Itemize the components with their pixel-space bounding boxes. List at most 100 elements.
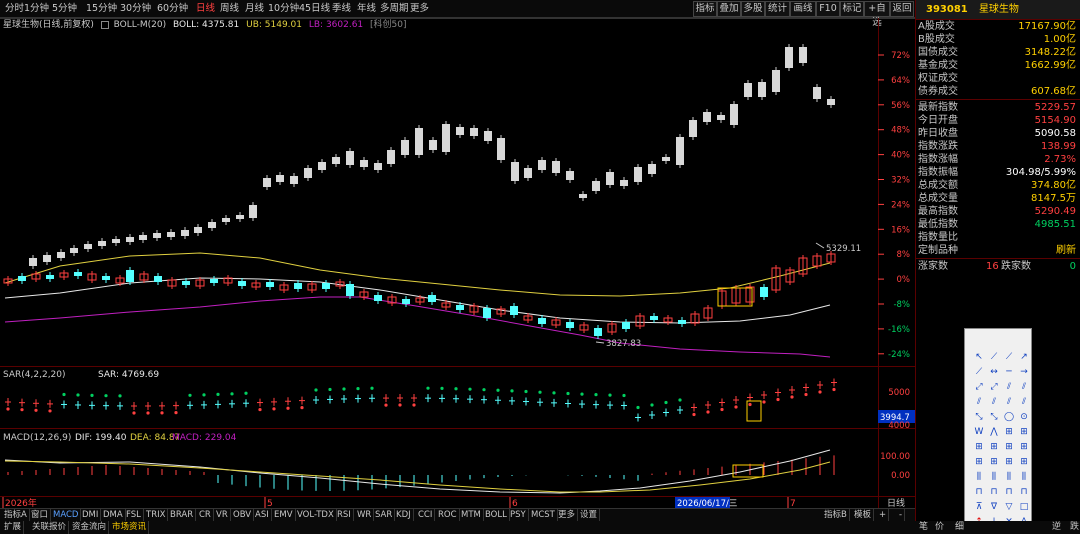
wave-icon[interactable]: W xyxy=(971,424,987,440)
speed-icon[interactable]: ⫽ xyxy=(1016,394,1032,410)
segment-icon[interactable]: ⟋ xyxy=(1001,349,1017,365)
ray-icon[interactable]: ⟋ xyxy=(971,364,987,380)
indicator-tab-8[interactable]: CR xyxy=(197,509,214,521)
indicator-tab-23[interactable]: MCST xyxy=(529,509,558,521)
indicator-tab-21[interactable]: BOLL xyxy=(483,509,510,521)
rectangle-icon[interactable]: □ xyxy=(1016,499,1032,515)
indicator-tab-1[interactable]: 窗口 xyxy=(29,509,52,521)
panel-bottom-tab-1[interactable]: 价 xyxy=(935,521,944,534)
panel-bottom-tab-3[interactable]: 逆 xyxy=(1052,521,1061,534)
grid-icon[interactable]: ⊞ xyxy=(1016,424,1032,440)
price-candle xyxy=(153,233,161,238)
horizontal-line-icon[interactable]: ↔ xyxy=(986,364,1002,380)
panel-bottom-tab-0[interactable]: 笔 xyxy=(919,521,928,534)
indicator-tab-20[interactable]: MTM xyxy=(459,509,484,521)
indicator-tab-5[interactable]: FSL xyxy=(124,509,144,521)
indicator-tab-2[interactable]: MACD xyxy=(51,509,82,521)
grid-icon[interactable]: ⊞ xyxy=(1016,439,1032,455)
down-triangle-icon[interactable]: ∇ xyxy=(986,499,1002,515)
chart-area[interactable]: 72% 64% 56% 48% 40% 32% 24% 16% 8% 0% -8% -16% -24% 5… xyxy=(0,0,915,521)
bottom-tab-0[interactable]: 扩展 xyxy=(2,521,25,534)
indicator-tab-14[interactable]: RSI xyxy=(335,509,354,521)
trend-icon[interactable]: ⫽ xyxy=(1001,394,1017,410)
indicator-right-0[interactable]: 指标B xyxy=(822,509,850,521)
bottom-tab-1[interactable]: 关联报价 xyxy=(30,521,70,534)
period-icon[interactable]: ⊓ xyxy=(1016,484,1032,500)
indicator-tab-19[interactable]: ROC xyxy=(436,509,460,521)
index-candle-down xyxy=(18,276,26,281)
bottom-tab-3[interactable]: 市场资讯 xyxy=(110,521,150,534)
fib-icon[interactable]: ⤡ xyxy=(971,409,987,425)
panel-bottom-tab-4[interactable]: 跌 xyxy=(1070,521,1079,534)
price-candle xyxy=(799,47,807,63)
h-ray-icon[interactable]: → xyxy=(1016,364,1032,380)
indicator-tab-7[interactable]: BRAR xyxy=(168,509,197,521)
triangle-icon[interactable]: ⊼ xyxy=(971,499,987,515)
box-icon[interactable]: ⊞ xyxy=(1001,424,1017,440)
grid-icon[interactable]: ⊞ xyxy=(1001,454,1017,470)
grid-icon[interactable]: ⊞ xyxy=(986,439,1002,455)
indicator-tab-15[interactable]: WR xyxy=(355,509,375,521)
indicator-right-3[interactable]: - xyxy=(897,509,906,521)
down-triangle-icon[interactable]: ▽ xyxy=(1001,499,1017,515)
indicator-tab-3[interactable]: DMI xyxy=(80,509,102,521)
panel-bottom-tab-2[interactable]: 细 xyxy=(955,521,964,534)
bars-icon[interactable]: ⫼ xyxy=(1016,469,1032,485)
sar-dot xyxy=(790,395,794,399)
bottom-tab-2[interactable]: 资金流向 xyxy=(70,521,110,534)
fib-arc-icon[interactable]: ⤡ xyxy=(986,409,1002,425)
collapse-icon[interactable] xyxy=(100,20,109,29)
period-icon[interactable]: ⊓ xyxy=(986,484,1002,500)
peak-icon[interactable]: ⋀ xyxy=(986,424,1002,440)
circle-icon[interactable]: ◯ xyxy=(1001,409,1017,425)
line-icon[interactable]: ⟋ xyxy=(986,349,1002,365)
grid-icon[interactable]: ⊞ xyxy=(986,454,1002,470)
index-candle-down xyxy=(182,281,190,285)
indicator-tab-22[interactable]: PSY xyxy=(508,509,529,521)
indicator-name[interactable]: BOLL-M(20) xyxy=(114,20,166,30)
sar-dot xyxy=(398,403,402,407)
indicator-tab-12[interactable]: EMV xyxy=(272,509,296,521)
gann-icon[interactable]: ⫽ xyxy=(971,394,987,410)
grid-icon[interactable]: ⊞ xyxy=(1016,454,1032,470)
channel-icon[interactable]: ⤢ xyxy=(986,379,1002,395)
turnover-label: 基金成交 xyxy=(918,60,958,71)
parallel-icon[interactable]: ⤢ xyxy=(971,379,987,395)
parallel-lines-icon[interactable]: ⫽ xyxy=(1001,379,1017,395)
indicator-tab-18[interactable]: CCI xyxy=(416,509,436,521)
refresh-button[interactable]: 刷新 xyxy=(1056,244,1076,257)
indicator-right-2[interactable]: + xyxy=(877,509,890,521)
index-stat-row[interactable]: 定制品种 刷新 xyxy=(916,244,1080,257)
indicator-tab-10[interactable]: OBV xyxy=(231,509,255,521)
period-icon[interactable]: ⊓ xyxy=(971,484,987,500)
fan-icon[interactable]: ⫽ xyxy=(1016,379,1032,395)
indicator-tab-13[interactable]: VOL-TDX xyxy=(295,509,337,521)
ellipse-icon[interactable]: ⊙ xyxy=(1016,409,1032,425)
indicator-tab-25[interactable]: 设置 xyxy=(578,509,601,521)
indicator-tab-9[interactable]: VR xyxy=(214,509,231,521)
indicator-tab-16[interactable]: SAR xyxy=(373,509,396,521)
price-candle xyxy=(730,104,738,125)
h-segment-icon[interactable]: ─ xyxy=(1001,364,1017,380)
indicator-tab-24[interactable]: 更多 xyxy=(556,509,579,521)
grid-icon[interactable]: ⊞ xyxy=(971,454,987,470)
index-stat-value: 374.80亿 xyxy=(1031,180,1076,191)
indicator-tab-4[interactable]: DMA xyxy=(101,509,126,521)
period-icon[interactable]: ⊓ xyxy=(1001,484,1017,500)
bars-icon[interactable]: ⫼ xyxy=(1001,469,1017,485)
bars-icon[interactable]: ⫼ xyxy=(971,469,987,485)
pointer-icon[interactable]: ↖ xyxy=(971,349,987,365)
indicator-tab-6[interactable]: TRIX xyxy=(144,509,169,521)
bars-icon[interactable]: ⫼ xyxy=(986,469,1002,485)
index-stat-row: 指数振幅 304.98/5.99% xyxy=(916,166,1080,179)
indicator-tab-11[interactable]: ASI xyxy=(253,509,272,521)
indicator-right-1[interactable]: 模板 xyxy=(852,509,875,521)
grid-icon[interactable]: ⊞ xyxy=(971,439,987,455)
arrow-line-icon[interactable]: ↗ xyxy=(1016,349,1032,365)
y-tick-label: 32% xyxy=(891,176,910,186)
indicator-tab-17[interactable]: KDJ xyxy=(394,509,414,521)
pitchfork-icon[interactable]: ⫽ xyxy=(986,394,1002,410)
index-stat-row: 总成交额 374.80亿 xyxy=(916,179,1080,192)
grid-icon[interactable]: ⊞ xyxy=(1001,439,1017,455)
indicator-tab-0[interactable]: 指标A xyxy=(2,509,30,521)
